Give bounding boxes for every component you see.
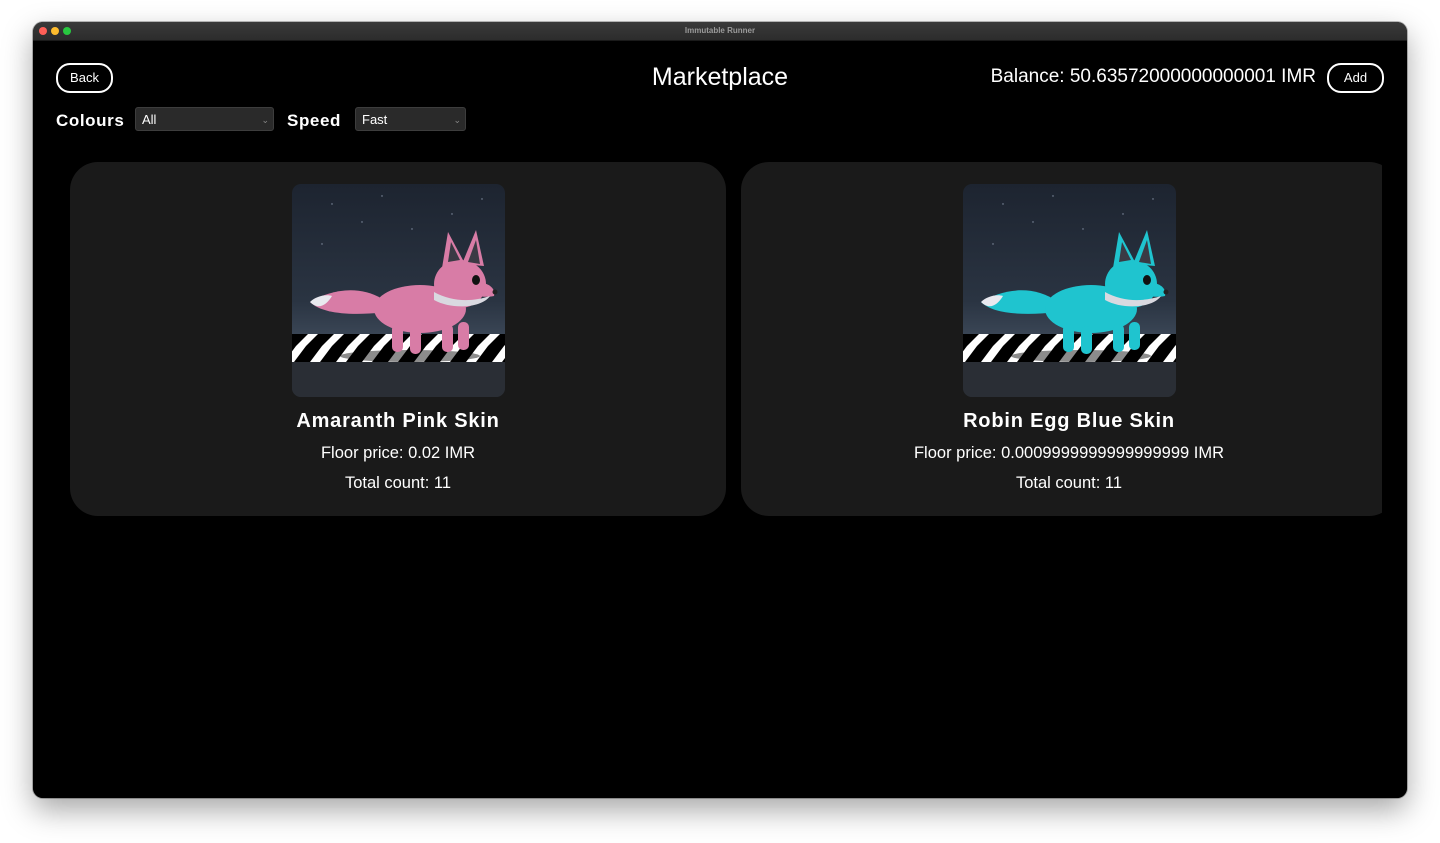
floor-price: Floor price: 0.0009999999999999999 IMR [913,444,1225,462]
app-window: Immutable Runner Back Marketplace Balanc… [33,22,1407,798]
fox-image [292,195,505,397]
total-count: Total count: 11 [1015,474,1123,492]
colours-label: Colours [56,111,125,130]
colours-selected-value: All [142,112,157,127]
balance-text: Balance: 50.63572000000000001 IMR [990,66,1316,87]
skin-name: Robin Egg Blue Skin [963,410,1175,432]
skin-name: Amaranth Pink Skin [296,410,500,432]
chevron-down-icon: ⌄ [261,115,269,125]
marketplace-screen: Back Marketplace Balance: 50.63572000000… [33,41,1407,798]
skin-card-list: Amaranth Pink Skin Floor price: 0.02 IMR… [70,162,1382,518]
total-count: Total count: 11 [344,474,452,492]
skin-card[interactable]: Amaranth Pink Skin Floor price: 0.02 IMR… [70,162,726,516]
floor-price: Floor price: 0.02 IMR [320,444,476,462]
fox-image [963,195,1176,397]
speed-label: Speed [287,111,342,130]
title-bar[interactable]: Immutable Runner [33,22,1407,41]
skin-thumbnail [292,184,505,397]
chevron-down-icon: ⌄ [453,115,461,125]
speed-selected-value: Fast [362,112,388,127]
add-button[interactable]: Add [1327,63,1384,93]
window-title: Immutable Runner [684,26,756,35]
colours-dropdown[interactable]: All ⌄ [135,107,274,131]
speed-dropdown[interactable]: Fast ⌄ [355,107,466,131]
skin-thumbnail [963,184,1176,397]
skin-card[interactable]: Robin Egg Blue Skin Floor price: 0.00099… [741,162,1382,516]
